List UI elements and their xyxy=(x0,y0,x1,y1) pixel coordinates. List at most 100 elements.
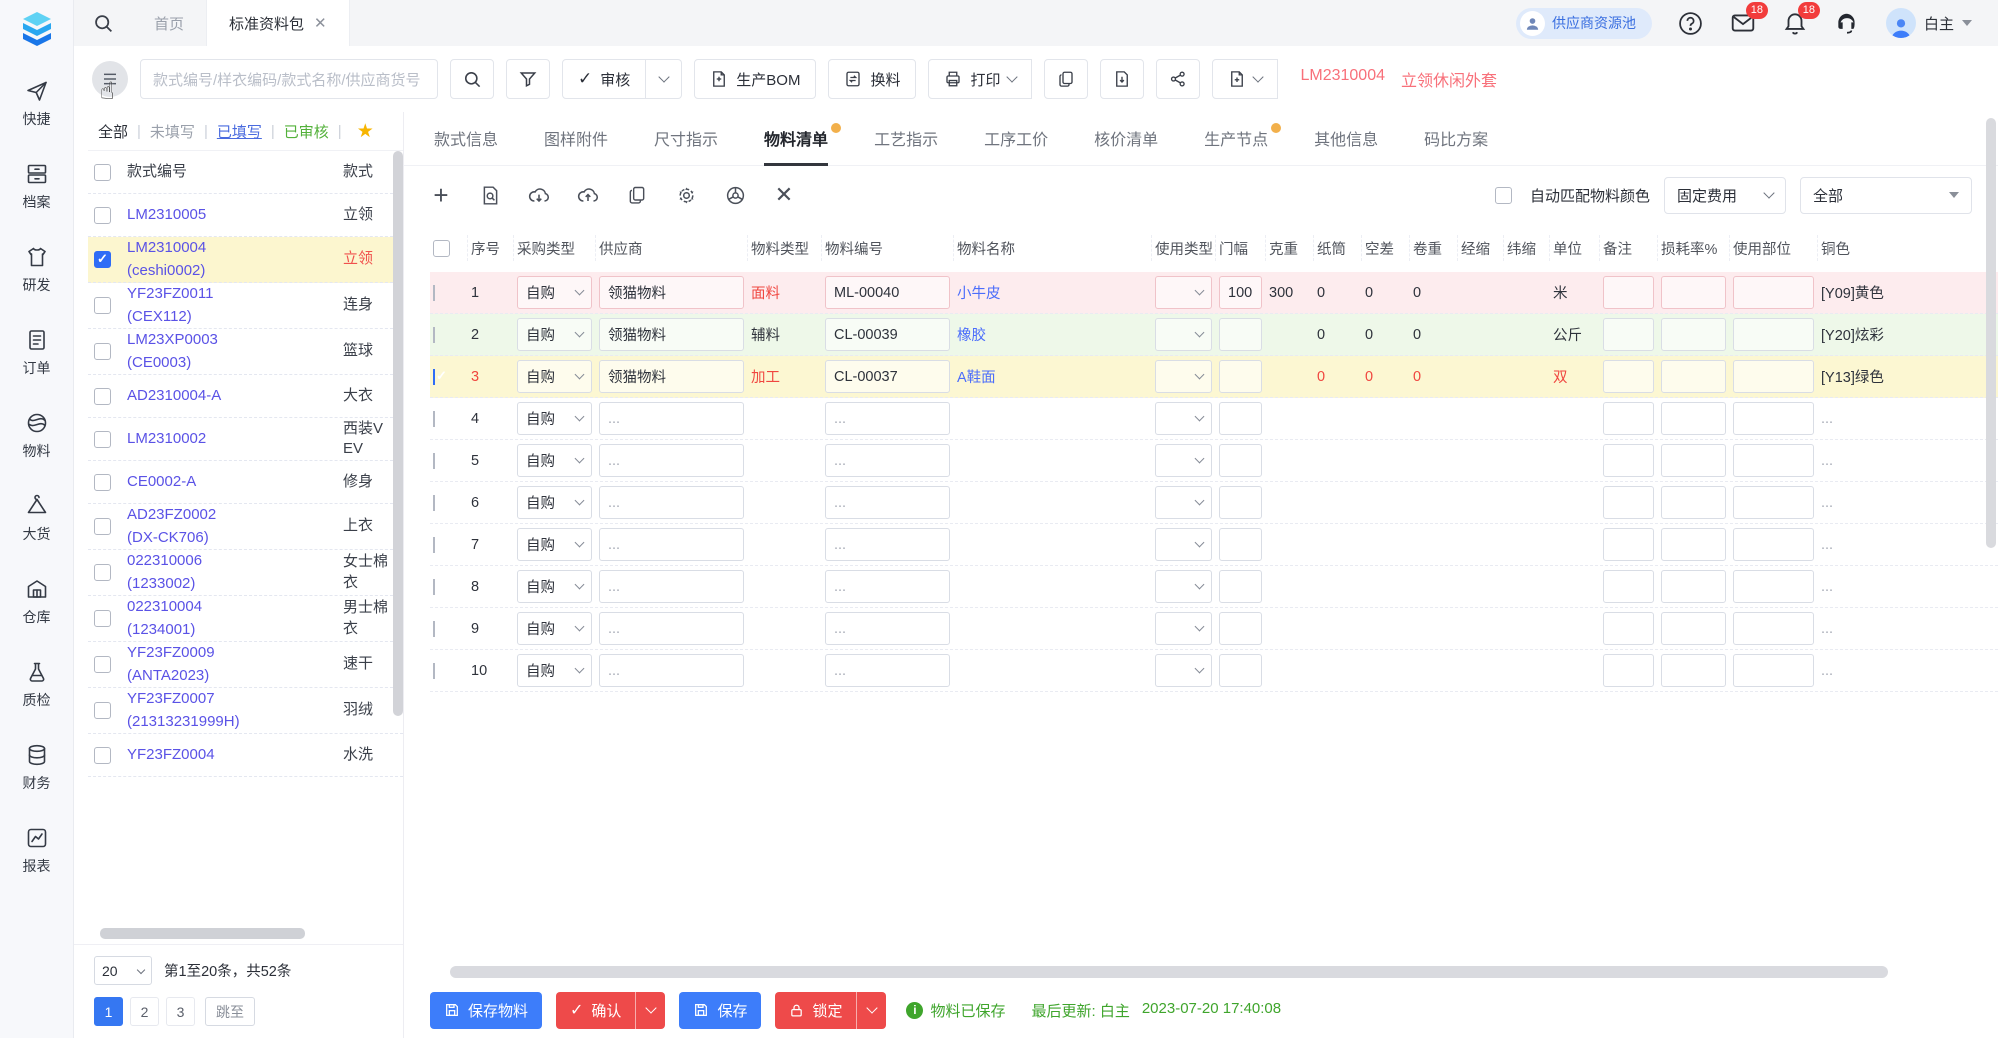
fabric-width-input[interactable] xyxy=(1219,402,1262,435)
use-type-select[interactable] xyxy=(1155,570,1212,603)
purchase-type-select[interactable]: 自购 xyxy=(517,612,592,645)
search-button[interactable] xyxy=(450,59,494,99)
style-list-item[interactable]: LM2310004 (ceshi0002) 立领 xyxy=(88,237,403,283)
use-type-select[interactable] xyxy=(1155,276,1212,309)
row-checkbox[interactable] xyxy=(433,494,435,511)
confirm-button[interactable]: ✓ 确认 xyxy=(556,991,636,1029)
file-menu-button[interactable] xyxy=(1212,59,1279,99)
purchase-type-select[interactable]: 自购 xyxy=(517,570,592,603)
note-input[interactable] xyxy=(1603,276,1654,309)
tab-工艺指示[interactable]: 工艺指示 xyxy=(874,126,938,165)
collapse-panel-button[interactable]: ☝ xyxy=(92,61,128,105)
tab-核价清单[interactable]: 核价清单 xyxy=(1094,126,1158,165)
sidebar-item-财务[interactable]: 财务 xyxy=(23,743,51,793)
fabric-width-input[interactable] xyxy=(1219,570,1262,603)
app-logo-icon[interactable] xyxy=(16,9,58,51)
copy-style-button[interactable] xyxy=(1044,59,1089,99)
note-input[interactable] xyxy=(1603,486,1654,519)
page-button-1[interactable]: 1 xyxy=(94,997,123,1026)
use-type-select[interactable] xyxy=(1155,402,1212,435)
note-input[interactable] xyxy=(1603,570,1654,603)
style-item-checkbox[interactable] xyxy=(94,206,111,224)
tab-尺寸指示[interactable]: 尺寸指示 xyxy=(654,126,718,165)
supplier-input[interactable]: ... xyxy=(599,444,744,477)
note-input[interactable] xyxy=(1603,528,1654,561)
close-tab-icon[interactable]: ✕ xyxy=(314,14,327,32)
material-code-input[interactable]: ... xyxy=(825,444,950,477)
style-item-checkbox[interactable] xyxy=(94,702,111,719)
supplier-input[interactable]: 领猫物料 xyxy=(599,318,744,351)
fabric-width-input[interactable] xyxy=(1219,360,1262,393)
print-button[interactable]: 打印 xyxy=(928,59,1033,99)
purchase-type-select[interactable]: 自购 xyxy=(517,402,592,435)
fabric-width-input[interactable] xyxy=(1219,612,1262,645)
row-checkbox[interactable] xyxy=(433,662,435,679)
tab-工序工价[interactable]: 工序工价 xyxy=(984,126,1048,165)
global-search-icon[interactable] xyxy=(74,0,132,46)
loss-rate-input[interactable] xyxy=(1661,612,1726,645)
fabric-width-input[interactable]: 100 xyxy=(1219,276,1262,309)
material-code-input[interactable]: ... xyxy=(825,654,950,687)
save-button[interactable]: 保存 xyxy=(679,991,762,1029)
style-list-item[interactable]: LM2310002 西装VEV xyxy=(88,418,403,461)
style-item-checkbox[interactable] xyxy=(94,251,111,268)
style-list-item[interactable]: YF23FZ0004 水洗 xyxy=(88,734,403,777)
cloud-download-icon[interactable] xyxy=(528,184,550,206)
material-code-input[interactable]: ML-00040 xyxy=(825,276,950,309)
material-code-input[interactable]: ... xyxy=(825,528,950,561)
settings-gear-icon[interactable] xyxy=(675,184,697,206)
audit-dropdown[interactable] xyxy=(646,59,683,99)
supplier-input[interactable]: 领猫物料 xyxy=(599,276,744,309)
style-item-checkbox[interactable] xyxy=(94,343,111,360)
use-part-input[interactable] xyxy=(1733,276,1814,309)
sidebar-item-报表[interactable]: 报表 xyxy=(23,826,51,876)
note-input[interactable] xyxy=(1603,318,1654,351)
supplier-input[interactable]: ... xyxy=(599,528,744,561)
purchase-type-select[interactable]: 自购 xyxy=(517,486,592,519)
loss-rate-input[interactable] xyxy=(1661,486,1726,519)
loss-rate-input[interactable] xyxy=(1661,402,1726,435)
row-checkbox[interactable] xyxy=(433,368,435,385)
user-menu[interactable]: 白主 xyxy=(1885,8,1972,38)
support-headset-icon[interactable] xyxy=(1834,10,1860,36)
style-list-item[interactable]: CE0002-A 修身 xyxy=(88,461,403,504)
style-item-checkbox[interactable] xyxy=(94,564,111,581)
fee-type-select[interactable]: 固定费用 xyxy=(1664,176,1786,214)
use-type-select[interactable] xyxy=(1155,444,1212,477)
messages-icon[interactable]: 18 xyxy=(1730,2,1768,36)
lock-dropdown[interactable] xyxy=(856,991,887,1029)
note-input[interactable] xyxy=(1603,360,1654,393)
note-input[interactable] xyxy=(1603,402,1654,435)
row-checkbox[interactable] xyxy=(433,578,435,595)
swap-material-button[interactable]: 换料 xyxy=(828,59,917,99)
use-type-select[interactable] xyxy=(1155,486,1212,519)
add-row-icon[interactable]: + xyxy=(430,180,452,210)
purchase-type-select[interactable]: 自购 xyxy=(517,318,592,351)
loss-rate-input[interactable] xyxy=(1661,318,1726,351)
purchase-type-select[interactable]: 自购 xyxy=(517,654,592,687)
sidebar-item-物料[interactable]: 物料 xyxy=(23,411,51,461)
page-button-2[interactable]: 2 xyxy=(130,997,159,1026)
tab-图样附件[interactable]: 图样附件 xyxy=(544,126,608,165)
material-code-input[interactable]: CL-00039 xyxy=(825,318,950,351)
style-list-item[interactable]: YF23FZ0009 (ANTA2023) 速干 xyxy=(88,642,403,688)
style-item-checkbox[interactable] xyxy=(94,387,111,405)
file-search-icon[interactable] xyxy=(479,184,501,206)
style-list-item[interactable]: AD2310004-A 大衣 xyxy=(88,375,403,418)
auto-match-checkbox[interactable] xyxy=(1494,186,1512,204)
fabric-width-input[interactable] xyxy=(1219,528,1262,561)
fabric-width-input[interactable] xyxy=(1219,486,1262,519)
loss-rate-input[interactable] xyxy=(1661,570,1726,603)
row-checkbox[interactable] xyxy=(433,410,435,427)
tab-standard-package[interactable]: 标准资料包 ✕ xyxy=(206,0,350,46)
tab-home[interactable]: 首页 xyxy=(132,0,206,46)
sidebar-item-仓库[interactable]: 仓库 xyxy=(23,577,51,627)
sidebar-item-快捷[interactable]: 快捷 xyxy=(23,79,51,129)
clear-rows-icon[interactable]: ✕ xyxy=(773,182,795,207)
tab-生产节点[interactable]: 生产节点 xyxy=(1204,123,1282,165)
table-horizontal-scrollbar[interactable] xyxy=(450,966,1888,978)
audit-button[interactable]: ✓ 审核 xyxy=(562,59,647,99)
use-part-input[interactable] xyxy=(1733,360,1814,393)
loss-rate-input[interactable] xyxy=(1661,654,1726,687)
style-item-checkbox[interactable] xyxy=(94,430,111,448)
